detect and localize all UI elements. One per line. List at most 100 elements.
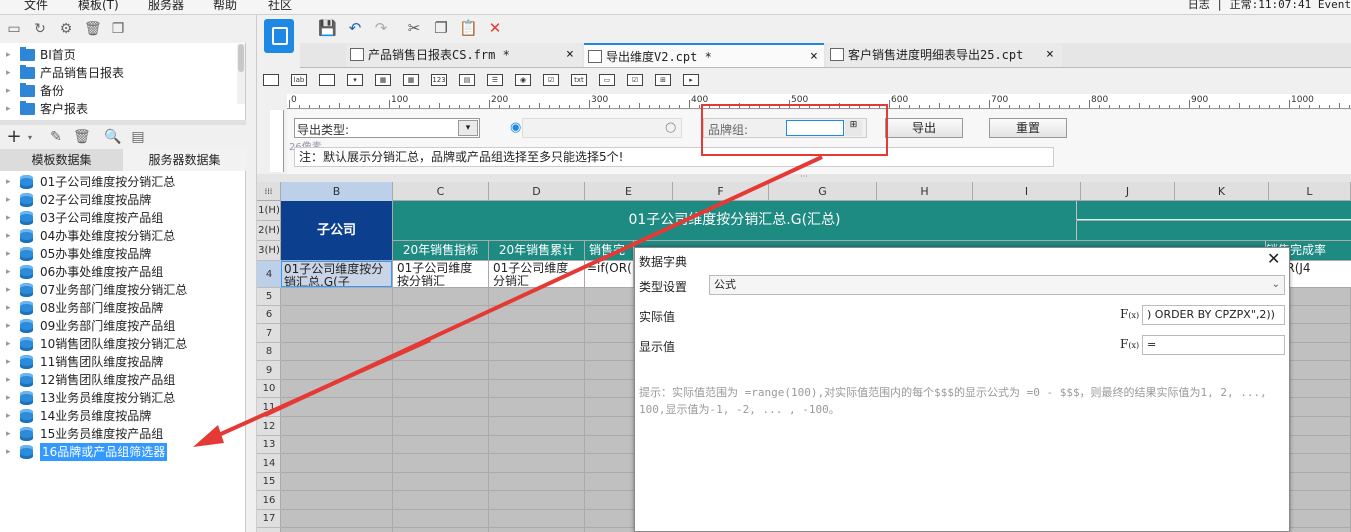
delete-icon[interactable]: 🗑 xyxy=(84,21,102,37)
cell-c3[interactable]: 20年销售指标 xyxy=(393,241,488,260)
dataset-item[interactable]: ▸ 10销售团队维度按分销汇总 xyxy=(0,335,240,353)
list-widget-icon[interactable]: ☰ xyxy=(487,74,503,86)
menu-server[interactable]: 服务器 xyxy=(148,0,184,13)
add-icon[interactable]: + xyxy=(6,128,22,146)
cell-b-header[interactable]: 子公司 xyxy=(281,201,392,260)
menu-file[interactable]: 文件 xyxy=(24,0,48,13)
panel-divider[interactable] xyxy=(246,15,257,532)
row-header[interactable]: 2(H) xyxy=(257,221,281,241)
tab-doc-3[interactable]: 客户销售进度明细表导出25.cpt × xyxy=(826,43,1062,67)
chevron-right-icon[interactable]: ▸ xyxy=(6,209,11,227)
dataset-item[interactable]: ▸ 05办事处维度按品牌 xyxy=(0,245,240,263)
chevron-right-icon[interactable]: ▸ xyxy=(6,353,11,371)
radio-on-icon[interactable]: ◉ xyxy=(510,120,521,135)
settings-icon[interactable]: ⚙ xyxy=(58,21,74,37)
tree-item[interactable]: ▸ 产品销售日报表 xyxy=(0,64,240,82)
chevron-right-icon[interactable]: ▸ xyxy=(6,263,11,281)
close-icon[interactable]: × xyxy=(1046,43,1054,67)
reset-button[interactable]: 重置 xyxy=(989,118,1067,138)
close-icon[interactable]: × xyxy=(810,45,818,69)
dataset-item[interactable]: ▸ 09业务部门维度按产品组 xyxy=(0,317,240,335)
menu-community[interactable]: 社区 xyxy=(268,0,292,13)
chevron-right-icon[interactable]: ▸ xyxy=(6,317,11,335)
cell-e3[interactable]: 销售完 xyxy=(585,241,633,260)
formula-icon[interactable]: F(x) xyxy=(1120,307,1139,321)
dataset-item[interactable]: ▸ 16品牌或产品组筛选器 xyxy=(0,443,240,461)
new-folder-icon[interactable]: ▭ xyxy=(6,21,22,37)
chevron-down-icon[interactable]: ⌄ xyxy=(1272,276,1280,294)
close-icon[interactable]: × xyxy=(566,43,574,67)
chevron-right-icon[interactable]: ▸ xyxy=(6,425,11,443)
splitter-handle[interactable]: ··· xyxy=(257,173,1351,182)
column-header-H[interactable]: H xyxy=(877,182,973,201)
chevron-right-icon[interactable]: ▸ xyxy=(6,407,11,425)
dataset-item[interactable]: ▸ 06办事处维度按产品组 xyxy=(0,263,240,281)
chevron-right-icon[interactable]: ▸ xyxy=(6,173,11,191)
save-icon[interactable]: 💾 xyxy=(318,19,337,37)
combo-widget-icon[interactable]: ▾ xyxy=(347,74,363,86)
cell-j2[interactable] xyxy=(1077,221,1351,240)
chevron-right-icon[interactable]: ▸ xyxy=(6,46,11,64)
column-header-I[interactable]: I xyxy=(973,182,1081,201)
dataset-item[interactable]: ▸ 14业务员维度按品牌 xyxy=(0,407,240,425)
row-header[interactable]: 8 xyxy=(257,343,281,361)
delete-icon[interactable]: 🗑 xyxy=(73,129,91,145)
cell-b4[interactable]: 01子公司维度按分销汇总.G(子 xyxy=(281,261,392,287)
dataset-item[interactable]: ▸ 03子公司维度按产品组 xyxy=(0,209,240,227)
display-value-input[interactable]: = xyxy=(1142,335,1285,355)
column-header-B[interactable]: B xyxy=(281,182,393,201)
tree-scrollbar[interactable] xyxy=(237,44,245,104)
row-header[interactable]: 3(H) xyxy=(257,241,281,261)
export-type-combo[interactable]: 导出类型: ▾ xyxy=(294,118,480,138)
paste-icon[interactable]: 📋 xyxy=(459,19,478,37)
chevron-right-icon[interactable]: ▸ xyxy=(6,371,11,389)
chevron-right-icon[interactable]: ▸ xyxy=(6,82,11,100)
more-icon[interactable]: ▸ xyxy=(683,74,699,86)
row-header[interactable]: 10 xyxy=(257,380,281,398)
dataset-item[interactable]: ▸ 02子公司维度按品牌 xyxy=(0,191,240,209)
tree-item[interactable]: ▸ BI首页 xyxy=(0,46,240,64)
cell-e4[interactable]: =if(OR( xyxy=(585,261,633,287)
row-header[interactable]: 6 xyxy=(257,306,281,324)
checkbox-icon[interactable]: ☑ xyxy=(627,74,643,86)
undo-icon[interactable]: ↶ xyxy=(346,19,364,37)
chevron-down-icon[interactable]: ▾ xyxy=(458,120,478,136)
chevron-right-icon[interactable]: ▸ xyxy=(6,281,11,299)
row-header[interactable]: 5 xyxy=(257,288,281,306)
dataset-item[interactable]: ▸ 04办事处维度按分销汇总 xyxy=(0,227,240,245)
cell-d3[interactable]: 20年销售累计 xyxy=(489,241,584,260)
text-widget-icon[interactable]: lab xyxy=(291,74,307,86)
actual-value-input[interactable]: ) ORDER BY CPZPX",2)) xyxy=(1142,305,1285,325)
formula-icon[interactable]: F(x) xyxy=(1120,337,1139,351)
tab-server-dataset[interactable]: 服务器数据集 xyxy=(123,149,246,171)
tree-item[interactable]: ▸ 客户报表 xyxy=(0,100,240,118)
row-header[interactable]: 4 xyxy=(257,261,281,288)
label-widget-icon[interactable] xyxy=(263,74,279,86)
chevron-right-icon[interactable]: ▸ xyxy=(6,389,11,407)
edit-icon[interactable]: ✎ xyxy=(48,129,64,145)
row-header[interactable]: 15 xyxy=(257,473,281,491)
row-header[interactable]: 1(H) xyxy=(257,201,281,221)
server-icon[interactable]: ▤ xyxy=(130,129,146,145)
row-header[interactable]: 12 xyxy=(257,417,281,436)
tab-template-dataset[interactable]: 模板数据集 xyxy=(0,149,123,171)
radio-group-icon[interactable]: ◉ xyxy=(515,74,531,86)
chevron-right-icon[interactable]: ▸ xyxy=(6,245,11,263)
chevron-right-icon[interactable]: ▸ xyxy=(6,299,11,317)
copy-icon[interactable]: ❐ xyxy=(110,21,126,37)
column-header-L[interactable]: L xyxy=(1269,182,1351,201)
textarea-widget-icon[interactable] xyxy=(319,74,335,86)
refresh-icon[interactable]: ↻ xyxy=(32,21,48,37)
number-widget-icon[interactable]: 123 xyxy=(431,74,447,86)
tree-item[interactable]: ▸ 备份 xyxy=(0,82,240,100)
date-widget-icon[interactable]: ▦ xyxy=(375,74,391,86)
dataset-item[interactable]: ▸ 13业务员维度按分销汇总 xyxy=(0,389,240,407)
column-header-C[interactable]: C xyxy=(393,182,489,201)
redo-icon[interactable]: ↷ xyxy=(372,19,390,37)
dataset-item[interactable]: ▸ 12销售团队维度按产品组 xyxy=(0,371,240,389)
chevron-down-icon[interactable]: ▾ xyxy=(22,130,38,146)
dataset-item[interactable]: ▸ 01子公司维度按分销汇总 xyxy=(0,173,240,191)
column-header-K[interactable]: K xyxy=(1175,182,1269,201)
type-select[interactable]: 公式 ⌄ xyxy=(709,275,1285,295)
row-header[interactable]: 7 xyxy=(257,324,281,343)
